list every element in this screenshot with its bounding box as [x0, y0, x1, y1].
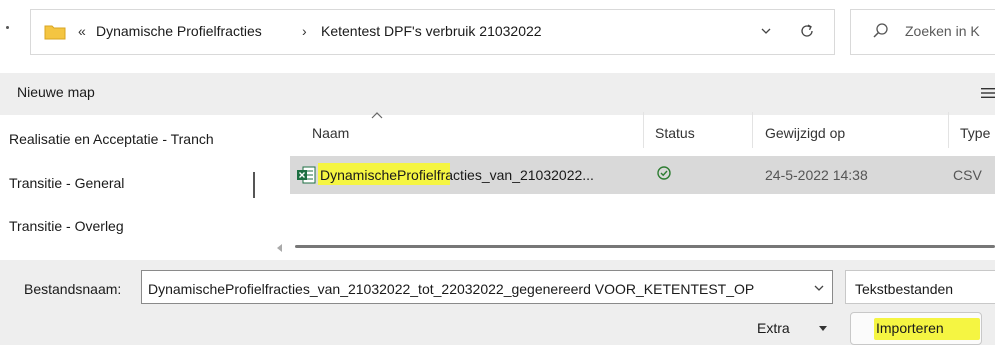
nav-pane-scrollbar[interactable] [253, 172, 255, 198]
import-button-label[interactable]: Importeren [876, 320, 944, 336]
nav-item-transitie-overleg[interactable]: Transitie - Overleg [9, 218, 124, 234]
file-type: CSV [953, 167, 982, 183]
column-divider[interactable] [752, 112, 753, 148]
command-bar [0, 73, 995, 115]
new-folder-button[interactable]: Nieuwe map [17, 84, 95, 100]
breadcrumb-separator: › [302, 23, 307, 39]
search-icon [873, 23, 888, 38]
hamburger-menu-icon[interactable] [981, 87, 995, 99]
column-divider[interactable] [948, 112, 949, 148]
overflow-chevron[interactable]: « [78, 23, 86, 39]
column-header-name[interactable]: Naam [312, 125, 349, 141]
caret-down-icon[interactable] [818, 325, 828, 333]
nav-item-realisatie[interactable]: Realisatie en Acceptatie - Tranch [9, 131, 214, 147]
synced-check-icon [657, 166, 671, 180]
file-modified: 24-5-2022 14:38 [765, 167, 868, 183]
column-header-status[interactable]: Status [655, 125, 695, 141]
breadcrumb-ketentest[interactable]: Ketentest DPF's verbruik 21032022 [321, 23, 542, 39]
sort-ascending-icon [371, 112, 383, 119]
column-divider[interactable] [643, 112, 644, 148]
refresh-icon[interactable] [798, 22, 816, 40]
search-placeholder[interactable]: Zoeken in K [905, 23, 980, 39]
chevron-down-icon[interactable] [813, 282, 825, 294]
file-name[interactable]: DynamischeProfielfracties_van_21032022..… [320, 167, 594, 183]
nav-history-dot[interactable] [6, 26, 9, 29]
excel-csv-icon [297, 166, 316, 184]
column-header-type[interactable]: Type [960, 125, 990, 141]
filetype-value[interactable]: Tekstbestanden [855, 281, 953, 297]
scroll-left-arrow-icon[interactable] [277, 244, 283, 252]
extra-menu-button[interactable]: Extra [757, 320, 790, 336]
folder-icon [44, 25, 66, 40]
nav-item-transitie-general[interactable]: Transitie - General [9, 175, 124, 191]
filename-label: Bestandsnaam: [24, 281, 122, 297]
breadcrumb-dynamische-profielfracties[interactable]: Dynamische Profielfracties [96, 23, 262, 39]
column-header-modified[interactable]: Gewijzigd op [765, 125, 845, 141]
chevron-down-icon[interactable] [760, 25, 772, 37]
filename-value[interactable]: DynamischeProfielfracties_van_21032022_t… [148, 281, 810, 297]
horizontal-scrollbar[interactable] [295, 245, 995, 248]
